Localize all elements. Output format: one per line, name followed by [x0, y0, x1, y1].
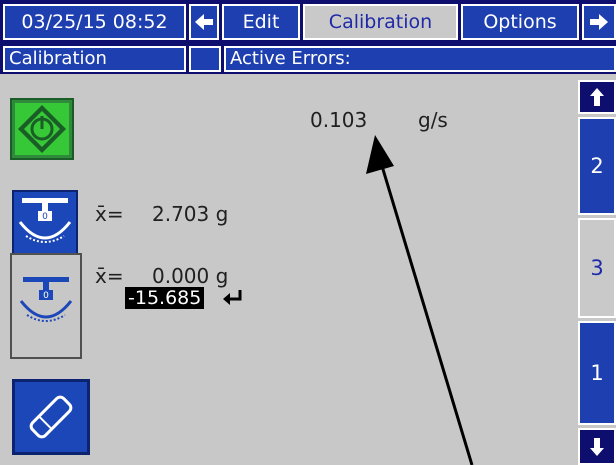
status-indicator	[189, 46, 221, 72]
tab-edit[interactable]: Edit	[222, 4, 300, 40]
erase-button[interactable]	[12, 379, 90, 455]
start-icon	[15, 103, 69, 155]
eraser-icon	[29, 395, 73, 439]
left-arrow-icon	[195, 14, 213, 30]
page-up-button[interactable]	[578, 80, 616, 114]
scale-digit: 0	[43, 291, 49, 301]
forward-screen-button[interactable]	[582, 4, 616, 40]
scale-icon: 0	[19, 277, 73, 322]
scale-button-1[interactable]: 0	[12, 190, 78, 256]
page-down-button[interactable]	[578, 428, 616, 465]
up-arrow-icon	[590, 88, 604, 106]
screen-name: Calibration	[3, 46, 186, 72]
down-arrow-icon	[590, 437, 604, 456]
tab-calibration[interactable]: Calibration	[303, 4, 458, 40]
datetime-display: 03/25/15 08:52	[3, 4, 186, 40]
page-button-3[interactable]: 3	[578, 218, 616, 318]
back-screen-button[interactable]	[189, 4, 219, 40]
status-bar: Calibration Active Errors:	[0, 44, 616, 74]
tab-options[interactable]: Options	[461, 4, 579, 40]
weight-1-value: 2.703 g	[152, 202, 229, 226]
page-button-1[interactable]: 1	[578, 321, 616, 425]
weight-2-value: 0.000 g	[152, 264, 229, 288]
start-button[interactable]	[10, 98, 74, 160]
scale-icon: 0	[18, 198, 72, 243]
weight-1-label: x̄=	[95, 202, 124, 226]
scale-button-2[interactable]: 0	[10, 253, 82, 359]
flow-rate-unit: g/s	[418, 108, 448, 132]
pointer-arrow	[366, 135, 474, 465]
right-arrow-icon	[590, 14, 608, 30]
enter-arrow-icon[interactable]	[222, 288, 244, 308]
top-tab-bar: 03/25/15 08:52 Edit Calibration Options	[0, 0, 616, 44]
weight-2-label: x̄=	[95, 264, 124, 288]
page-button-2[interactable]: 2	[578, 117, 616, 215]
active-errors-label: Active Errors:	[224, 46, 616, 72]
scale-digit: 0	[42, 212, 48, 222]
weight-entry-field[interactable]: -15.685	[125, 287, 205, 309]
flow-rate-value: 0.103	[310, 108, 368, 132]
display-screen: 03/25/15 08:52 Edit Calibration Options …	[0, 0, 616, 465]
